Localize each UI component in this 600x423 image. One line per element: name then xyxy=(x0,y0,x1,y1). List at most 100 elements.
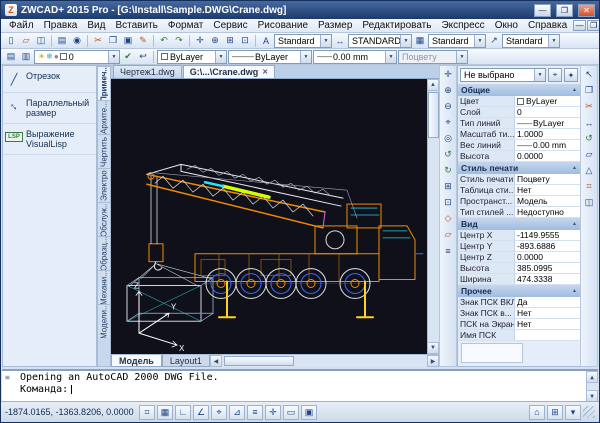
undo-icon[interactable]: ↶ xyxy=(157,34,171,48)
prop-row-plot-type[interactable]: Тип стилей ... Недоступно xyxy=(458,207,580,218)
dropdown-icon[interactable]: ▼ xyxy=(456,51,467,63)
lineweight-combo[interactable]: —— 0.00 mm ▼ xyxy=(313,50,397,64)
table-style-combo[interactable]: Standard ▼ xyxy=(428,34,486,48)
doc-tab-drawing1[interactable]: Чертеж1.dwg xyxy=(113,65,182,78)
collapse-icon[interactable]: ▲ xyxy=(572,165,577,171)
dropdown-icon[interactable]: ▼ xyxy=(385,51,396,63)
prop-row-center-z[interactable]: Центр Z 0.0000 xyxy=(458,252,580,263)
copy-icon[interactable]: ❐ xyxy=(106,34,120,48)
dropdown-icon[interactable]: ▼ xyxy=(400,35,411,47)
maximize-button[interactable]: ❐ xyxy=(556,4,573,17)
menu-express[interactable]: Экспресс xyxy=(436,19,489,32)
command-window[interactable]: ≡ Opening an AutoCAD 2000 DWG File. Кома… xyxy=(2,369,598,402)
section-plot-style[interactable]: Стиль печати ▲ xyxy=(458,162,580,174)
osnap-toggle[interactable]: ⌖ xyxy=(211,405,227,420)
menu-modify[interactable]: Редактировать xyxy=(357,19,436,32)
menu-insert[interactable]: Вставить xyxy=(110,19,162,32)
menu-window[interactable]: Окно xyxy=(490,19,523,32)
workspace-button[interactable]: ⊞ xyxy=(547,405,563,420)
model-space-toggle[interactable]: ▭ xyxy=(283,405,299,420)
tab-layout1[interactable]: Layout1 xyxy=(162,355,210,367)
scroll-up-icon[interactable]: ▲ xyxy=(427,79,439,91)
prop-row-ucs-name[interactable]: Имя ПСК xyxy=(458,330,580,341)
prop-row-linetype-scale[interactable]: Масштаб ти... 1.0000 xyxy=(458,129,580,140)
palette-tab-civil[interactable]: Обслуж... xyxy=(98,202,110,236)
select-objects-button[interactable]: ⌖ xyxy=(548,68,562,82)
dropdown-icon[interactable]: ▼ xyxy=(474,35,485,47)
save-icon[interactable]: ◫ xyxy=(34,34,48,48)
print-icon[interactable]: ▤ xyxy=(55,34,69,48)
palette-tab-annotation[interactable]: Примеч... xyxy=(98,66,110,100)
status-menu-button[interactable]: ▾ xyxy=(565,405,581,420)
open-icon[interactable]: ▱ xyxy=(19,34,33,48)
layer-previous-icon[interactable]: ↩ xyxy=(136,50,150,64)
orbit-icon[interactable]: ◎ xyxy=(441,132,455,145)
dropdown-icon[interactable]: ▼ xyxy=(300,51,311,63)
polygon-icon[interactable]: △ xyxy=(582,164,596,177)
rectangle-icon[interactable]: ▱ xyxy=(582,148,596,161)
canvas-horizontal-scrollbar[interactable] xyxy=(222,355,427,367)
quick-select-button[interactable]: ✦ xyxy=(564,68,578,82)
palette-tab-architectural[interactable]: Архите... xyxy=(98,100,110,134)
zoom-extents-icon[interactable]: ⊡ xyxy=(441,196,455,209)
dropdown-icon[interactable]: ▼ xyxy=(534,69,545,81)
menu-draw[interactable]: Рисование xyxy=(253,19,313,32)
palette-item-line[interactable]: ╱ Отрезок xyxy=(3,66,96,93)
otrack-toggle[interactable]: ⊿ xyxy=(229,405,245,420)
paste-icon[interactable]: ▣ xyxy=(121,34,135,48)
dim-style-combo[interactable]: STANDARD ▼ xyxy=(348,34,412,48)
snap-toggle[interactable]: ⌗ xyxy=(139,405,155,420)
prop-row-lineweight[interactable]: Вес линий ——0.00 mm xyxy=(458,140,580,151)
close-button[interactable]: ✕ xyxy=(578,4,595,17)
hatch-icon[interactable]: ⌗ xyxy=(582,180,596,193)
section-general[interactable]: Общие ▲ xyxy=(458,84,580,96)
match-properties-icon[interactable]: ✎ xyxy=(136,34,150,48)
copy-icon[interactable]: ❐ xyxy=(582,84,596,97)
mirror-icon[interactable]: ◫ xyxy=(582,196,596,209)
layer-manager-icon[interactable]: ▤ xyxy=(4,50,18,64)
prop-row-ucs-per-viewport[interactable]: ПСК на Экране Нет xyxy=(458,319,580,330)
dynamic-input-toggle[interactable]: ✛ xyxy=(265,405,281,420)
menu-format[interactable]: Формат xyxy=(163,19,209,32)
zoom-in-icon[interactable]: ⊕ xyxy=(441,84,455,97)
scroll-up-icon[interactable]: ▲ xyxy=(586,371,598,383)
ortho-toggle[interactable]: ∟ xyxy=(175,405,191,420)
model-canvas[interactable]: Z X Y xyxy=(111,79,427,354)
scrollbar-thumb[interactable] xyxy=(428,92,439,138)
zoom-window-icon[interactable]: ⊞ xyxy=(441,180,455,193)
collapse-icon[interactable]: ▲ xyxy=(572,288,577,294)
pan-icon[interactable]: ✛ xyxy=(441,68,455,81)
menu-edit[interactable]: Правка xyxy=(39,19,83,32)
resize-grip[interactable] xyxy=(583,406,595,418)
annotation-toggle[interactable]: ▣ xyxy=(301,405,317,420)
section-view[interactable]: Вид ▲ xyxy=(458,218,580,230)
color-combo[interactable]: ByLayer ▼ xyxy=(157,50,227,64)
text-style-combo[interactable]: Standard ▼ xyxy=(274,34,332,48)
palette-item-visuallisp[interactable]: LSP Выражение VisualLisp xyxy=(3,124,96,155)
mdi-minimize-button[interactable]: — xyxy=(573,20,586,31)
palette-tab-drafting[interactable]: Чертить xyxy=(98,134,110,168)
pan-icon[interactable]: ✛ xyxy=(193,34,207,48)
layer-combo[interactable]: ☀ ❄ ● 0 ▼ xyxy=(34,50,120,64)
prop-row-plot-space[interactable]: Пространст... Модель xyxy=(458,196,580,207)
region-icon[interactable]: ◇ xyxy=(441,212,455,225)
scroll-left-icon[interactable]: ◀ xyxy=(210,355,222,367)
prop-row-width[interactable]: Ширина 474.3338 xyxy=(458,274,580,285)
zoom-center-icon[interactable]: ⌖ xyxy=(441,116,455,129)
command-scrollbar[interactable]: ▲ ▼ xyxy=(586,371,598,402)
palette-tab-electrical[interactable]: Электро xyxy=(98,168,110,202)
close-tab-icon[interactable]: ✕ xyxy=(262,68,268,76)
prop-row-ucs-icon-on[interactable]: Знак ПСК ВКЛ Да xyxy=(458,297,580,308)
section-misc[interactable]: Прочее ▲ xyxy=(458,285,580,297)
grid-toggle[interactable]: ▦ xyxy=(157,405,173,420)
dropdown-icon[interactable]: ▼ xyxy=(215,51,226,63)
prop-row-linetype[interactable]: Тип линий ——ByLayer xyxy=(458,118,580,129)
prop-row-center-y[interactable]: Центр Y -893.6886 xyxy=(458,241,580,252)
new-icon[interactable]: ▯ xyxy=(4,34,18,48)
cut-icon[interactable]: ✂ xyxy=(91,34,105,48)
prop-row-ucs-icon-origin[interactable]: Знак ПСК в... Нет xyxy=(458,308,580,319)
rotate-ccw-icon[interactable]: ↺ xyxy=(441,148,455,161)
clean-screen-button[interactable]: ⌂ xyxy=(529,405,545,420)
prop-row-plot-style[interactable]: Стиль печати Поцвету xyxy=(458,174,580,185)
layers-panel-icon[interactable]: ≡ xyxy=(441,244,455,257)
